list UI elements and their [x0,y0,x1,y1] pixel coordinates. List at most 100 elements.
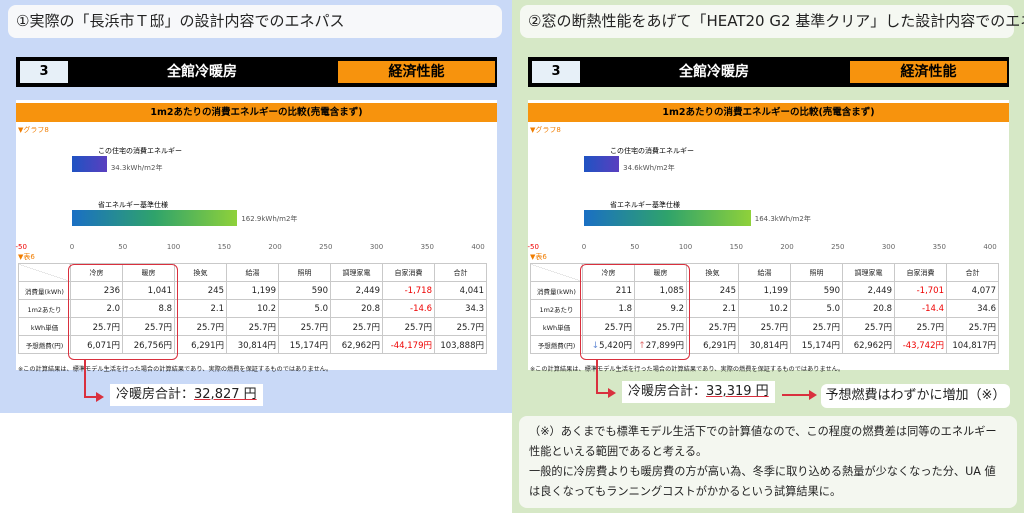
table-cell: 25.7円 [278,317,331,336]
table-row-header: 予想燃費(円) [530,335,583,354]
table-cell: 34.6 [946,299,999,318]
table-cell: 25.7円 [686,317,739,336]
table-col-header: 給湯 [226,263,279,282]
right-total-label: 冷暖房合計： [628,384,707,399]
table-cell: 25.7円 [790,317,843,336]
table-cell: 245 [174,281,227,300]
left-arrow-head [96,392,104,402]
table-cell: 590 [278,281,331,300]
table-cell: 245 [686,281,739,300]
table-cell: 25.7円 [946,317,999,336]
axis-tick-label: 100 [678,243,693,251]
table-cell: 4,077 [946,281,999,300]
right-connector-line [596,360,598,393]
table-cell: -43,742円 [894,335,947,354]
right-table-label: ▼表6 [530,253,547,261]
axis-tick-label: 50 [630,243,640,251]
axis-tick-label: 150 [729,243,743,251]
left-header-section: 経済性能 [338,61,495,83]
right-bar2-value: 164.3kWh/m2年 [754,215,811,223]
table-cell: 5.0 [790,299,843,318]
left-title: ①実際の「長浜市Ｔ邸」の設計内容でのエネパス [8,5,502,38]
table-cell: 25.7円 [330,317,383,336]
table-cell: 590 [790,281,843,300]
axis-tick-label: 300 [369,243,384,251]
axis-tick-label: 250 [319,243,333,251]
table-cell: 10.2 [738,299,791,318]
table-cell: 2.1 [686,299,739,318]
table-col-header: 自家消費 [894,263,947,282]
axis-tick-label: 200 [268,243,282,251]
table-cell: 103,888円 [434,335,487,354]
right-panel: ②窓の断熱性能をあげて「HEAT20 G2 基準クリア」した設計内容でのエネパス… [512,0,1024,513]
table-cell: 4,041 [434,281,487,300]
axis-tick-label: 100 [166,243,181,251]
table-cell: 6,291円 [686,335,739,354]
left-header-title: 全館冷暖房 [167,64,237,80]
right-bar1-label: この住宅の消費エネルギー [610,147,694,155]
table-cell: -14.6 [382,299,435,318]
right-chart-title: 1m2あたりの消費エネルギーの比較(売電含まず) [528,103,1009,122]
right-highlight-box [580,264,690,360]
increase-note: 予想燃費はわずかに増加（※） [821,384,1010,408]
axis-tick-label: 150 [217,243,231,251]
table-row-header: 消費量(kWh) [18,281,71,300]
left-total-label: 冷暖房合計： [116,387,195,402]
table-cell: 5.0 [278,299,331,318]
table-cell: -14.4 [894,299,947,318]
footnote-line: （※）あくまでも標準モデル生活下での計算値なので、この程度の燃費差は同等のエネル… [529,425,997,438]
table-cell: 10.2 [226,299,279,318]
right-bar2-label: 省エネルギー基準仕様 [610,201,680,209]
right-header-bar: 3 全館冷暖房 経済性能 [528,57,1009,87]
left-bar-standard [72,210,238,226]
table-col-header: 換気 [686,263,739,282]
table-cell: -44,179円 [382,335,435,354]
right-arrow-head [608,388,616,398]
right-header-number: 3 [532,61,580,83]
table-cell: 25.7円 [842,317,895,336]
table-cell: 25.7円 [174,317,227,336]
increase-arrow-line [782,394,810,396]
axis-tick-label: 200 [780,243,794,251]
right-bar1-value: 34.6kWh/m2年 [623,164,675,172]
table-row-header: 1m2あたり [18,299,71,318]
footnote-line: は良くなってもランニングコストがかかるという試算結果に。 [529,485,842,498]
axis-tick-label: 400 [983,243,997,251]
left-bar-this-house [72,156,107,172]
footnote-line: 性能といえる範囲であると考える。 [529,445,708,458]
table-col-header: 換気 [174,263,227,282]
table-row-header: 予想燃費(円) [18,335,71,354]
right-title: ②窓の断熱性能をあげて「HEAT20 G2 基準クリア」した設計内容でのエネパス [520,5,1024,38]
table-cell: 30,814円 [226,335,279,354]
table-col-header: 合計 [946,263,999,282]
table-cell: 20.8 [330,299,383,318]
table-cell: 25.7円 [382,317,435,336]
axis-tick-label: 400 [471,243,485,251]
table-cell: 25.7円 [434,317,487,336]
table-cell: 2,449 [842,281,895,300]
table-cell: 15,174円 [278,335,331,354]
left-connector-line [84,360,86,397]
left-header-number: 3 [20,61,68,83]
axis-tick-label: 50 [118,243,128,251]
right-bar-standard [584,210,751,226]
left-highlight-box [68,264,178,360]
table-col-header: 給湯 [738,263,791,282]
left-bar2-value: 162.9kWh/m2年 [241,215,298,223]
table-col-header: 調理家電 [842,263,895,282]
table-cell: 1,199 [738,281,791,300]
table-cell: -1,718 [382,281,435,300]
table-cell: 2,449 [330,281,383,300]
table-cell: 30,814円 [738,335,791,354]
table-col-header: 合計 [434,263,487,282]
table-col-header: 照明 [790,263,843,282]
left-bar1-value: 34.3kWh/m2年 [110,164,163,172]
table-row-header: kWh単価 [530,317,583,336]
increase-arrow-head [809,390,817,400]
table-cell: 25.7円 [738,317,791,336]
table-cell: 62,962円 [330,335,383,354]
table-cell: 25.7円 [894,317,947,336]
left-chart-title: 1m2あたりの消費エネルギーの比較(売電含まず) [16,103,497,122]
left-note: ※この計算結果は、標準モデル生活を行った場合の計算結果であり、実際の燃費を保証す… [18,366,333,373]
left-total-value: 32,827 円 [194,387,257,402]
